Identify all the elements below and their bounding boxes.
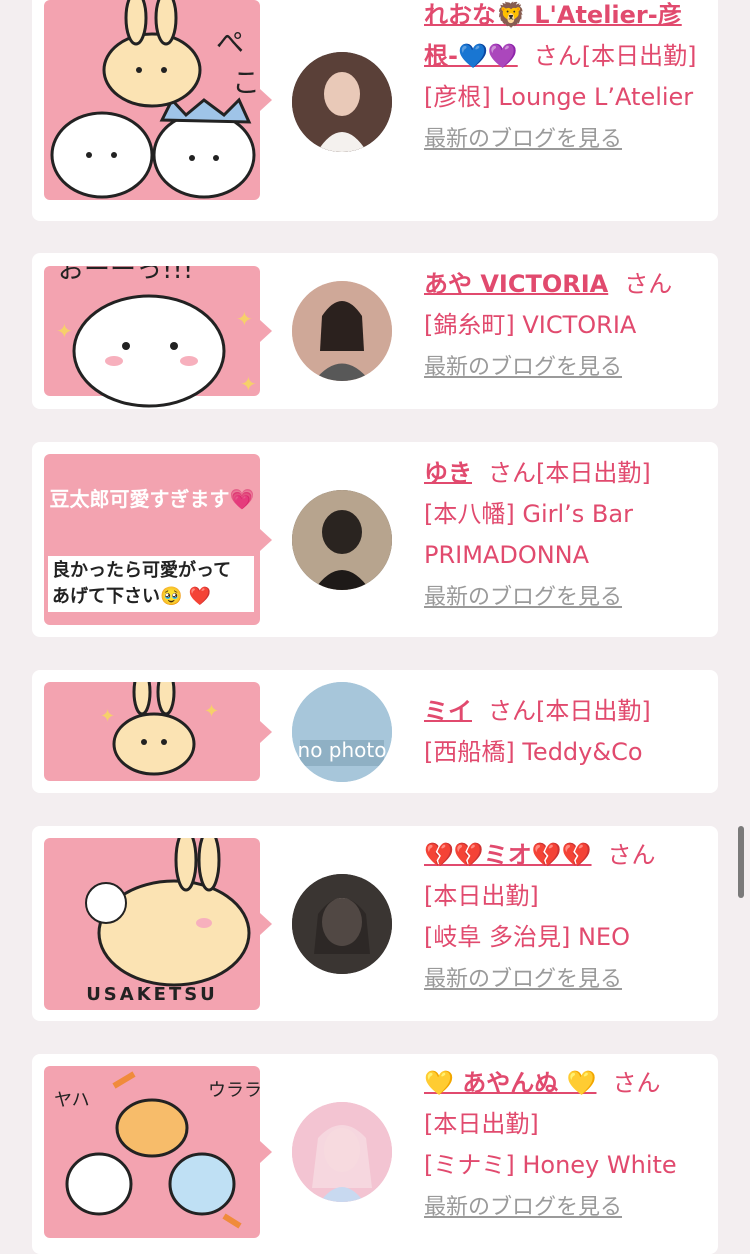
svg-text:✦: ✦ (240, 372, 257, 396)
shift-status: [本日出勤] (536, 459, 651, 487)
avatar[interactable] (292, 281, 392, 381)
shop-name: [岐阜 多治見] NEO (424, 923, 630, 951)
sticker-subcaption: 良かったら可愛がって あげて下さい🥹 ❤️ (48, 556, 254, 612)
entry-info: ミイ さん[本日出勤] [西船橋] Teddy&Co (424, 692, 714, 774)
message-bubble[interactable]: ヤハ ウララ (44, 1066, 272, 1238)
message-bubble[interactable]: おーーっ!!! ✦ ✦ ✦ (44, 255, 272, 408)
avatar[interactable] (292, 874, 392, 974)
entry-info: 💛 あやんぬ 💛 さん [本日出勤] [ミナミ] Honey White 最新のブ… (424, 1064, 714, 1228)
latest-blog-link[interactable]: 最新のブログを見る (424, 961, 622, 999)
message-bubble[interactable]: ✦ ✦ (44, 668, 272, 781)
svg-text:ぺ: ぺ (216, 26, 244, 59)
sticker-caption: 豆太郎可愛すぎます💗 (49, 487, 255, 511)
blog-card: ぺ こ れおな🦁 L'Atelier-彦根-💙💜 さん[本日出勤] [彦根] Lo… (32, 0, 718, 221)
svg-text:✦: ✦ (204, 701, 219, 722)
message-bubble[interactable]: 豆太郎可愛すぎます💗 良かったら可愛がって あげて下さい🥹 ❤️ (44, 454, 272, 625)
san-label: さん (488, 697, 536, 725)
shift-status: [本日出勤] (536, 697, 651, 725)
message-bubble[interactable]: ぺ こ (44, 0, 272, 200)
san-label: さん (607, 841, 656, 869)
shop-name: [ミナミ] Honey White (424, 1151, 677, 1179)
svg-text:✦: ✦ (236, 307, 253, 331)
svg-text:ヤハ: ヤハ (54, 1090, 90, 1111)
svg-text:ウララ: ウララ (208, 1080, 260, 1101)
sticker-image: おーーっ!!! ✦ ✦ ✦ (56, 255, 257, 408)
sticker-caption: USAKETSU (86, 984, 218, 1005)
blog-card: ヤハ ウララ 💛 あやんぬ 💛 さん [本日出勤] [ミナミ] Honey Whi… (32, 1054, 718, 1254)
blog-card: おーーっ!!! ✦ ✦ ✦ あや VICTORIA さん [錦糸町] VICTOR… (32, 253, 718, 409)
svg-text:✦: ✦ (100, 706, 115, 727)
latest-blog-link[interactable]: 最新のブログを見る (424, 121, 622, 159)
entry-info: れおな🦁 L'Atelier-彦根-💙💜 さん[本日出勤] [彦根] Lounge… (424, 0, 714, 160)
latest-blog-link[interactable]: 最新のブログを見る (424, 349, 622, 387)
san-label: さん (488, 459, 536, 487)
entry-info: 💔💔ミオ💔💔 さん [本日出勤] [岐阜 多治見] NEO 最新のブログを見る (424, 836, 714, 1000)
message-bubble[interactable]: USAKETSU (44, 828, 272, 1010)
scrollbar[interactable] (738, 826, 744, 898)
san-label: さん (533, 42, 582, 70)
entry-info: ゆき さん[本日出勤] [本八幡] Girl’s Bar PRIMADONNA 最… (424, 454, 714, 618)
latest-blog-link[interactable]: 最新のブログを見る (424, 579, 622, 617)
shift-status: [本日出勤] (581, 42, 697, 70)
avatar[interactable] (292, 1102, 392, 1202)
sticker-image: ✦ ✦ (100, 668, 219, 776)
svg-text:✦: ✦ (56, 319, 73, 343)
shift-status: [本日出勤] (424, 882, 539, 910)
girl-name-link[interactable]: 💛 あやんぬ 💛 (424, 1069, 596, 1097)
sticker-image: ヤハ ウララ (54, 1071, 262, 1229)
shop-name: [本八幡] Girl’s Bar PRIMADONNA (424, 500, 633, 569)
girl-name-link[interactable]: ゆき (424, 459, 472, 487)
svg-text:おーーっ!!!: おーーっ!!! (58, 266, 193, 285)
no-photo-label: no photo (297, 738, 387, 762)
shop-name: [彦根] Lounge L’Atelier (424, 83, 694, 111)
avatar[interactable] (292, 52, 392, 152)
blog-card: 豆太郎可愛すぎます💗 良かったら可愛がって あげて下さい🥹 ❤️ ゆき さん[本日… (32, 442, 718, 637)
latest-blog-link[interactable]: 最新のブログを見る (424, 1189, 622, 1227)
blog-card: ✦ ✦ no photo ミイ さん[本日出勤] [西船橋] Teddy&Co (32, 668, 718, 793)
girl-name-link[interactable]: ミイ (424, 697, 472, 725)
girl-name-link[interactable]: 💔💔ミオ💔💔 (424, 841, 592, 869)
blog-card: USAKETSU 💔💔ミオ💔💔 さん [本日出勤] [岐阜 多治見] NEO 最新… (32, 826, 718, 1021)
avatar[interactable] (292, 490, 392, 590)
avatar-placeholder[interactable]: no photo (292, 682, 392, 782)
sticker-image: ぺ こ (50, 0, 260, 199)
girl-name-link[interactable]: あや VICTORIA (424, 270, 608, 298)
entry-info: あや VICTORIA さん [錦糸町] VICTORIA 最新のブログを見る (424, 265, 714, 388)
san-label: さん (612, 1069, 661, 1097)
shop-name: [西船橋] Teddy&Co (424, 738, 643, 766)
san-label: さん (624, 270, 673, 298)
svg-text:こ: こ (232, 66, 260, 99)
shift-status: [本日出勤] (424, 1110, 539, 1138)
shop-name: [錦糸町] VICTORIA (424, 311, 637, 339)
